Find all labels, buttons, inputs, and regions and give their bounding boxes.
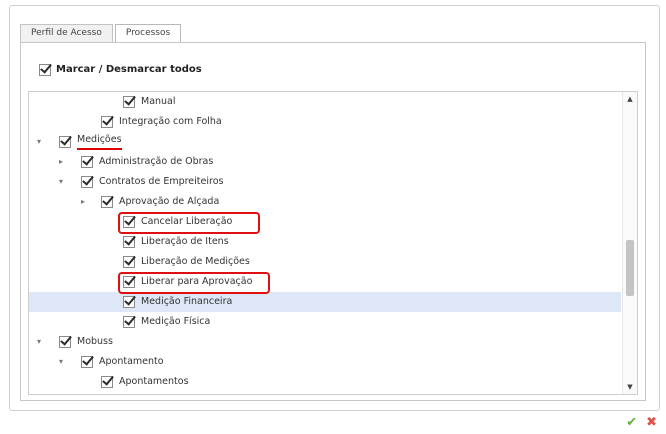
expand-icon[interactable]: ▸ <box>57 152 65 172</box>
annotation-box-cancelar-liberacao <box>118 212 260 234</box>
tree-row-mobuss[interactable]: ▾ Mobuss <box>29 332 621 352</box>
select-all-label: Marcar / Desmarcar todos <box>56 64 202 75</box>
tree-checkbox[interactable] <box>101 196 113 208</box>
cancel-x-icon[interactable]: ✖ <box>646 415 657 430</box>
tab-bar: Perfil de Acesso Processos <box>20 24 183 43</box>
process-tree[interactable]: Manual Integração com Folha ▾ Medições ▸… <box>28 91 638 395</box>
collapse-icon[interactable]: ▾ <box>57 172 65 192</box>
tree-label: Apontamentos <box>119 376 189 387</box>
tree-row-aprovacao-de-alcada[interactable]: ▸ Aprovação de Alçada <box>29 192 621 212</box>
tree-label: Medição Física <box>141 316 211 327</box>
tree-label: Liberação de Itens <box>141 236 229 247</box>
tree-label: Mobuss <box>77 336 113 347</box>
tree-row-liberacao-de-itens[interactable]: Liberação de Itens <box>29 232 621 252</box>
tree-row-medicao-fisica[interactable]: Medição Física <box>29 312 621 332</box>
tree-row-medicoes[interactable]: ▾ Medições <box>29 132 621 152</box>
collapse-icon[interactable]: ▾ <box>35 332 43 352</box>
annotation-box-liberar-para-aprovacao <box>118 272 270 294</box>
tree-checkbox[interactable] <box>81 356 93 368</box>
tree-label: Aprovação de Alçada <box>119 196 220 207</box>
tree-label: Medições <box>77 132 122 150</box>
expand-icon[interactable]: ▸ <box>79 192 87 212</box>
tree-row-liberacao-de-medicoes[interactable]: Liberação de Medições <box>29 252 621 272</box>
tree-checkbox[interactable] <box>123 296 135 308</box>
select-all-row[interactable]: Marcar / Desmarcar todos <box>39 63 202 77</box>
tree-label: Apontamento <box>99 356 164 367</box>
tree-row-administracao-de-obras[interactable]: ▸ Administração de Obras <box>29 152 621 172</box>
tab-processos[interactable]: Processos <box>114 24 182 43</box>
tree-checkbox[interactable] <box>123 96 135 108</box>
tree-row-manual[interactable]: Manual <box>29 92 621 112</box>
tree-checkbox[interactable] <box>81 176 93 188</box>
tree-label: Liberação de Medições <box>141 256 250 267</box>
tab-perfil-de-acesso[interactable]: Perfil de Acesso <box>20 24 113 42</box>
tree-row-contratos-de-empreiteiros[interactable]: ▾ Contratos de Empreiteiros <box>29 172 621 192</box>
scroll-up-icon[interactable]: ▲ <box>623 95 637 103</box>
scrollbar-thumb[interactable] <box>626 240 634 296</box>
collapse-icon[interactable]: ▾ <box>57 352 65 372</box>
tree-label: Integração com Folha <box>119 116 222 127</box>
tree-checkbox[interactable] <box>59 336 71 348</box>
tree-row-apontamentos[interactable]: Apontamentos <box>29 372 621 392</box>
tree-checkbox[interactable] <box>123 256 135 268</box>
tree-checkbox[interactable] <box>81 156 93 168</box>
tree-label: Administração de Obras <box>99 156 214 167</box>
processos-panel: Marcar / Desmarcar todos Manual Integraç… <box>20 42 646 401</box>
tree-checkbox[interactable] <box>101 116 113 128</box>
tree-row-medicao-financeira[interactable]: Medição Financeira <box>29 292 621 312</box>
tree-row-apontamento[interactable]: ▾ Apontamento <box>29 352 621 372</box>
confirm-check-icon[interactable]: ✔ <box>626 415 637 430</box>
tree-label: Contratos de Empreiteiros <box>99 176 224 187</box>
tree-checkbox[interactable] <box>59 136 71 148</box>
tree-scrollbar[interactable]: ▲ ▼ <box>622 92 637 394</box>
tree-checkbox[interactable] <box>101 376 113 388</box>
select-all-checkbox[interactable] <box>39 64 51 76</box>
collapse-icon[interactable]: ▾ <box>35 132 43 152</box>
tree-label: Medição Financeira <box>141 296 233 307</box>
tree-checkbox[interactable] <box>123 316 135 328</box>
tree-row-integracao-com-folha[interactable]: Integração com Folha <box>29 112 621 132</box>
scroll-down-icon[interactable]: ▼ <box>623 383 637 391</box>
dialog-actions: ✔ ✖ <box>626 415 657 430</box>
tree-label: Manual <box>141 96 176 107</box>
tree-checkbox[interactable] <box>123 236 135 248</box>
